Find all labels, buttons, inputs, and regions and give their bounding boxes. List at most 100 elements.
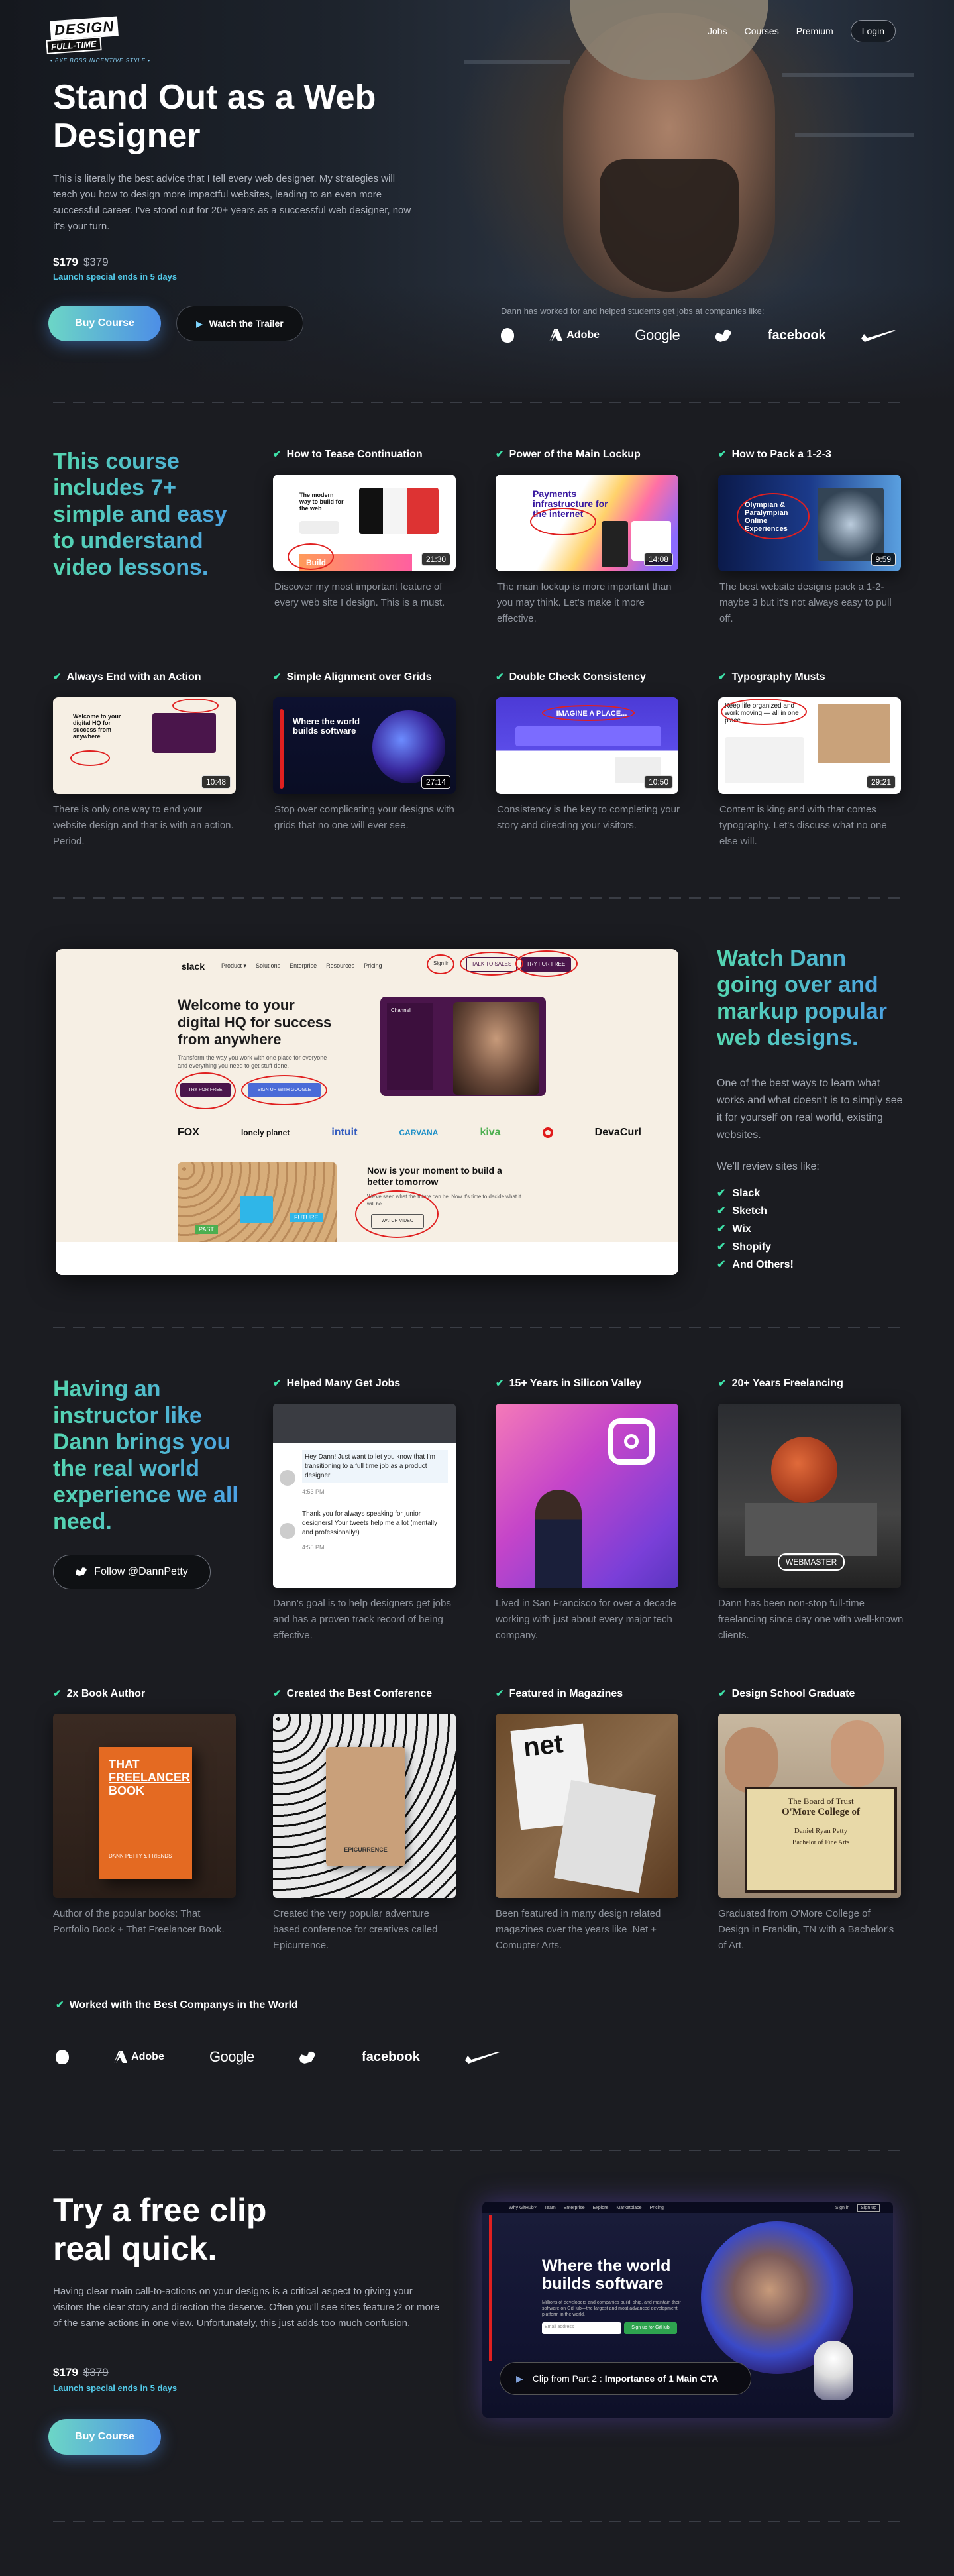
lesson-title: ✔ Always End with an Action [53, 671, 201, 683]
lesson-title: ✔ Typography Musts [718, 671, 825, 683]
adobe-icon [549, 329, 563, 341]
check-icon: ✔ [496, 449, 504, 460]
lesson-thumbnail[interactable]: The modern way to build for the web Buil… [273, 475, 456, 571]
play-icon: ▶ [516, 2373, 523, 2384]
facebook-logo: facebook [767, 327, 826, 343]
google-logo: Google [209, 2048, 254, 2065]
check-icon: ✔ [496, 1688, 504, 1699]
review-label: We'll review sites like: [717, 1161, 820, 1172]
cta-buy-course-button[interactable]: Buy Course [48, 2419, 161, 2455]
nike-icon [861, 330, 896, 342]
check-icon: ✔ [717, 1188, 726, 1199]
twitter-icon [299, 2051, 317, 2064]
divider [53, 1327, 901, 1328]
divider [53, 2521, 901, 2522]
hero-title: Stand Out as a Web Designer [53, 78, 376, 155]
adobe-logo: Adobe [114, 2051, 164, 2063]
photo-messages: Hey Dann! Just want to let you know that… [273, 1404, 456, 1588]
cta-old-price: $379 [83, 2366, 109, 2379]
lesson-thumbnail[interactable]: Keep life organized and work moving — al… [718, 697, 901, 794]
list-item: ✔ Shopify [717, 1241, 772, 1253]
google-logo: Google [635, 327, 680, 343]
adobe-logo: Adobe [549, 329, 600, 341]
check-icon: ✔ [273, 671, 282, 683]
check-icon: ✔ [717, 1223, 726, 1235]
nav-premium[interactable]: Premium [796, 26, 833, 36]
page: DESIGNFULL-TIME • BYE BOSS INCENTIVE STY… [0, 0, 954, 2576]
photo-webmaster: WEBMASTER [718, 1404, 901, 1588]
cta-special: Launch special ends in 5 days [53, 2383, 178, 2393]
lesson-thumbnail[interactable]: Payments infrastructure for the internet… [496, 475, 678, 571]
nav-courses[interactable]: Courses [745, 26, 779, 36]
divider [53, 402, 901, 403]
watch-trailer-button[interactable]: ▶ Watch the Trailer [176, 306, 303, 341]
lesson-title: ✔ Simple Alignment over Grids [273, 671, 432, 683]
follow-twitter-button[interactable]: Follow @DannPetty [53, 1555, 211, 1589]
photo-magazines: net [496, 1714, 678, 1898]
login-button[interactable]: Login [850, 20, 896, 42]
twitter-icon [76, 1567, 88, 1576]
check-icon: ✔ [717, 1205, 726, 1217]
lesson-thumbnail[interactable]: Welcome to your digital HQ for success f… [53, 697, 236, 794]
review-site-list: ✔ Slack ✔ Sketch ✔ Wix ✔ Shopify ✔ And Others… [717, 1186, 794, 1276]
divider [53, 2150, 901, 2151]
cta-title: Try a free clip real quick. [53, 2192, 267, 2267]
buy-course-button[interactable]: Buy Course [48, 306, 161, 341]
lesson-title: ✔ Double Check Consistency [496, 671, 646, 683]
photo-instagram [496, 1404, 678, 1588]
photo-book: THAT FREELANCER BOOK DANN PETTY & FRIEND… [53, 1714, 236, 1898]
site-logo[interactable]: DESIGNFULL-TIME • BYE BOSS INCENTIVE STY… [46, 16, 156, 64]
hero-price: $179 $379 [53, 256, 109, 268]
companies-brand-row: Adobe Google facebook [56, 2048, 500, 2066]
check-icon: ✔ [56, 1999, 64, 2011]
hero-old-price: $379 [83, 256, 109, 268]
check-icon: ✔ [273, 449, 282, 460]
hero-lead: This is literally the best advice that I… [53, 173, 411, 232]
nav-jobs[interactable]: Jobs [708, 26, 727, 36]
top-nav: Jobs Courses Premium Login [708, 20, 896, 42]
apple-icon [56, 2050, 69, 2064]
worked-with-text: Dann has worked for and helped students … [501, 306, 765, 316]
lessons-heading: This course includes 7+ simple and easy … [53, 448, 252, 581]
photo-diploma: The Board of Trust O'More College of Dan… [718, 1714, 901, 1898]
instructor-heading: Having an instructor like Dann brings yo… [53, 1376, 252, 1535]
check-icon: ✔ [718, 449, 727, 460]
check-icon: ✔ [273, 1688, 282, 1699]
cta-price: $179 $379 [53, 2366, 109, 2379]
review-heading: Watch Dann going over and markup popular… [717, 945, 909, 1051]
slack-logo: slack [182, 961, 205, 972]
lesson-thumbnail[interactable]: IMAGINE A PLACE... 10:50 [496, 697, 678, 794]
slack-demo-screenshot[interactable]: slack Product ▾ Solutions Enterprise Resour… [56, 949, 678, 1275]
adobe-icon [114, 2051, 128, 2063]
check-icon: ✔ [718, 671, 727, 683]
lesson-thumbnail[interactable]: Olympian & Paralympian Online Experience… [718, 475, 901, 571]
check-icon: ✔ [496, 1378, 504, 1389]
check-icon: ✔ [273, 1378, 282, 1389]
photo-conference: EPICURRENCE [273, 1714, 456, 1898]
lesson-title: ✔ How to Tease Continuation [273, 449, 423, 460]
twitter-icon [715, 329, 733, 342]
check-icon: ✔ [53, 671, 62, 683]
divider [53, 897, 901, 899]
lesson-title: ✔ Power of the Main Lockup [496, 449, 641, 460]
facebook-logo: facebook [362, 2049, 420, 2064]
check-icon: ✔ [717, 1259, 726, 1270]
clip-video-preview[interactable]: Why GitHub? Team Enterprise Explore Marketpl… [482, 2202, 893, 2418]
check-icon: ✔ [718, 1688, 727, 1699]
apple-icon [501, 328, 514, 343]
check-icon: ✔ [717, 1241, 726, 1253]
nike-icon [464, 2052, 500, 2064]
companies-title: ✔ Worked with the Best Companys in the Wo… [56, 1999, 298, 2011]
check-icon: ✔ [718, 1378, 727, 1389]
lesson-title: ✔ How to Pack a 1-2-3 [718, 449, 831, 460]
hero-special: Launch special ends in 5 days [53, 272, 178, 282]
target-icon [542, 1127, 553, 1138]
clip-label-pill[interactable]: ▶ Clip from Part 2 : Importance of 1 Main… [500, 2362, 751, 2395]
hero-brand-row: Adobe Google facebook [501, 326, 896, 345]
cta-text: Having clear main call-to-actions on you… [53, 2286, 440, 2329]
review-text: One of the best ways to learn what works… [717, 1078, 903, 1141]
list-item: ✔ Wix [717, 1223, 751, 1235]
lesson-thumbnail[interactable]: Where the world builds software 27:14 [273, 697, 456, 794]
play-icon: ▶ [196, 319, 203, 329]
list-item: ✔ Slack [717, 1188, 761, 1199]
